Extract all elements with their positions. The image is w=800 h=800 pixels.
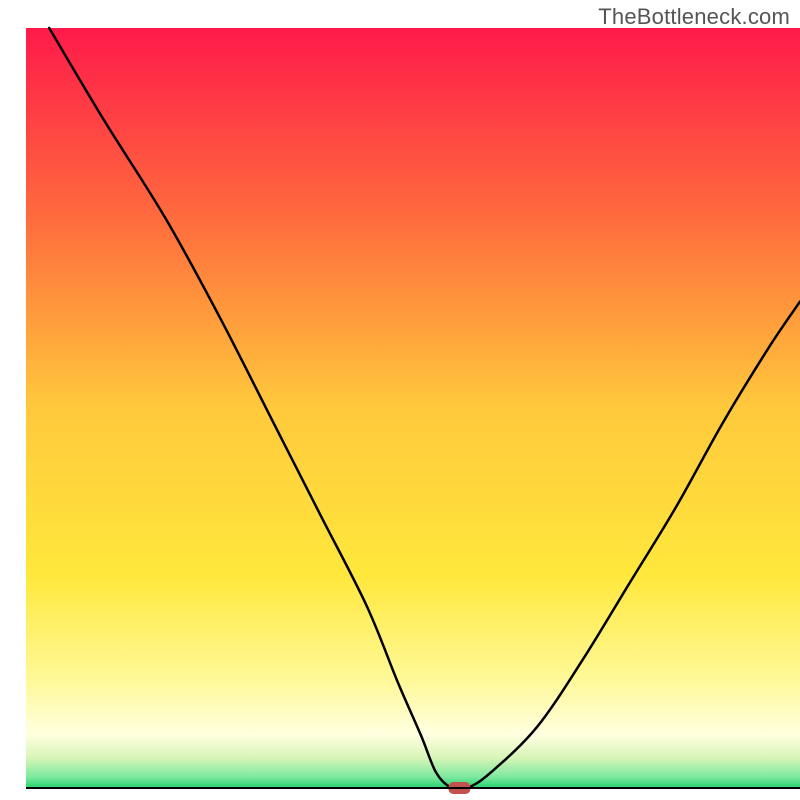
watermark-text: TheBottleneck.com — [598, 4, 790, 30]
plot-background — [26, 28, 800, 788]
bottleneck-chart — [0, 0, 800, 800]
chart-container: TheBottleneck.com — [0, 0, 800, 800]
